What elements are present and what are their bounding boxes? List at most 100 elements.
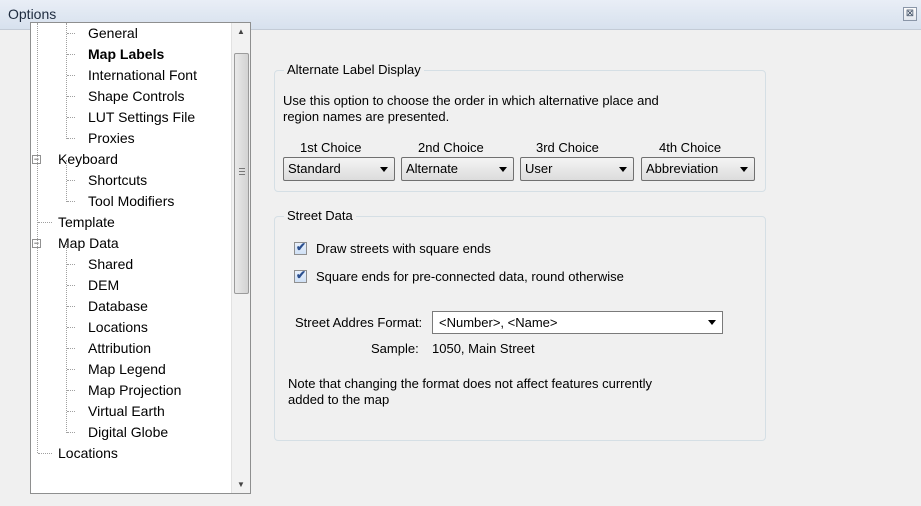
tree-item-label: Proxies [88, 130, 135, 146]
close-button[interactable]: ⊠ [903, 7, 917, 21]
tree-item-tool-modifiers[interactable]: Tool Modifiers [31, 191, 231, 212]
tree-connector [67, 285, 75, 286]
select-value: Abbreviation [646, 161, 719, 176]
tree-connector [66, 23, 67, 139]
tree-item-map-labels[interactable]: Map Labels [31, 44, 231, 65]
tree-item-keyboard[interactable]: − Keyboard [31, 149, 231, 170]
square-ends-checkbox[interactable]: ✔ [294, 240, 307, 255]
tree-connector [37, 23, 38, 453]
select-value: User [525, 161, 553, 176]
tree-item-label: Map Projection [88, 382, 182, 398]
checkmark-icon: ✔ [296, 268, 307, 282]
tree-connector [67, 138, 75, 139]
choice-3-label: 3rd Choice [536, 140, 599, 155]
checkbox-label: Draw streets with square ends [316, 241, 491, 256]
sample-value: 1050, Main Street [432, 341, 535, 356]
tree-item-shape-controls[interactable]: Shape Controls [31, 86, 231, 107]
tree-item-label: Shape Controls [88, 88, 185, 104]
tree-connector [38, 222, 52, 223]
tree-item-label: Template [58, 214, 115, 230]
choice-4-select[interactable]: Abbreviation [641, 157, 755, 181]
tree-item-virtual-earth[interactable]: Virtual Earth [31, 401, 231, 422]
tree-item-label: Shared [88, 256, 134, 272]
sample-label: Sample: [371, 341, 419, 356]
tree-connector [67, 54, 75, 55]
tree-connector [67, 348, 75, 349]
tree-item-label: Locations [88, 319, 148, 335]
tree-connector [38, 453, 52, 454]
checkmark-icon: ✔ [296, 240, 307, 254]
tree-item-international-font[interactable]: International Font [31, 65, 231, 86]
tree-item-shortcuts[interactable]: Shortcuts [31, 170, 231, 191]
scroll-up-icon[interactable]: ▲ [232, 23, 250, 40]
tree-item-dem[interactable]: DEM [31, 275, 231, 296]
group-title: Alternate Label Display [284, 62, 424, 77]
chevron-down-icon [499, 167, 507, 172]
tree-item-label: General [88, 25, 138, 41]
tree-item-label: LUT Settings File [88, 109, 196, 125]
choice-1-label: 1st Choice [300, 140, 362, 155]
tree-items: General Map Labels International Font Sh… [31, 23, 231, 493]
tree-item-label: Database [88, 298, 148, 314]
tree-item-locations[interactable]: Locations [31, 317, 231, 338]
scrollbar-thumb[interactable] [234, 53, 249, 294]
format-note: Note that changing the format does not a… [288, 376, 652, 407]
choice-4-label: 4th Choice [659, 140, 722, 155]
tree-scrollbar[interactable]: ▲ ▼ [231, 23, 250, 493]
tree-connector [67, 369, 75, 370]
tree-connector [66, 160, 67, 202]
tree-item-map-legend[interactable]: Map Legend [31, 359, 231, 380]
preconnected-checkbox[interactable]: ✔ [294, 268, 307, 283]
tree-item-map-data[interactable]: − Map Data [31, 233, 231, 254]
choice-1-select[interactable]: Standard [283, 157, 395, 181]
tree-item-general[interactable]: General [31, 23, 231, 44]
tree-item-digital-globe[interactable]: Digital Globe [31, 422, 231, 443]
choice-3-select[interactable]: User [520, 157, 634, 181]
street-data-group: Street Data ✔ Draw streets with square e… [274, 208, 766, 441]
tree-connector [67, 180, 75, 181]
tree-item-attribution[interactable]: Attribution [31, 338, 231, 359]
alternate-label-group: Alternate Label Display Use this option … [274, 62, 766, 192]
tree-item-label: Tool Modifiers [88, 193, 175, 209]
tree-item-label: Shortcuts [88, 172, 148, 188]
tree-connector [67, 201, 75, 202]
scroll-down-icon[interactable]: ▼ [232, 476, 250, 493]
tree-connector [67, 33, 75, 34]
tree-item-label: Virtual Earth [88, 403, 165, 419]
choice-2-label: 2nd Choice [418, 140, 484, 155]
tree-item-database[interactable]: Database [31, 296, 231, 317]
select-value: Standard [288, 161, 341, 176]
tree-item-label: Locations [58, 445, 118, 461]
grip-icon [239, 168, 245, 175]
street-format-select[interactable]: <Number>, <Name> [432, 311, 723, 334]
tree-connector [67, 75, 75, 76]
tree-item-label: Attribution [88, 340, 152, 356]
tree-item-map-projection[interactable]: Map Projection [31, 380, 231, 401]
alternate-label-description: Use this option to choose the order in w… [283, 93, 659, 124]
checkbox-label: Square ends for pre-connected data, roun… [316, 269, 624, 284]
tree-item-label: Digital Globe [88, 424, 169, 440]
tree-item-template[interactable]: Template [31, 212, 231, 233]
tree-item-proxies[interactable]: Proxies [31, 128, 231, 149]
options-tree[interactable]: General Map Labels International Font Sh… [30, 22, 251, 494]
chevron-down-icon [740, 167, 748, 172]
chevron-down-icon [708, 320, 716, 325]
tree-connector [67, 96, 75, 97]
chevron-down-icon [619, 167, 627, 172]
choice-2-select[interactable]: Alternate [401, 157, 514, 181]
tree-connector [67, 432, 75, 433]
street-format-label: Street Addres Format: [295, 315, 423, 330]
tree-connector [67, 390, 75, 391]
tree-item-label: Map Labels [88, 46, 165, 62]
tree-item-label: International Font [88, 67, 197, 83]
tree-connector [67, 117, 75, 118]
tree-item-locations-root[interactable]: Locations [31, 443, 231, 464]
tree-item-lut-settings-file[interactable]: LUT Settings File [31, 107, 231, 128]
tree-connector [66, 244, 67, 433]
chevron-down-icon [380, 167, 388, 172]
tree-item-label: DEM [88, 277, 120, 293]
tree-connector [67, 327, 75, 328]
options-body: General Map Labels International Font Sh… [0, 22, 921, 506]
tree-connector [67, 411, 75, 412]
tree-item-shared[interactable]: Shared [31, 254, 231, 275]
